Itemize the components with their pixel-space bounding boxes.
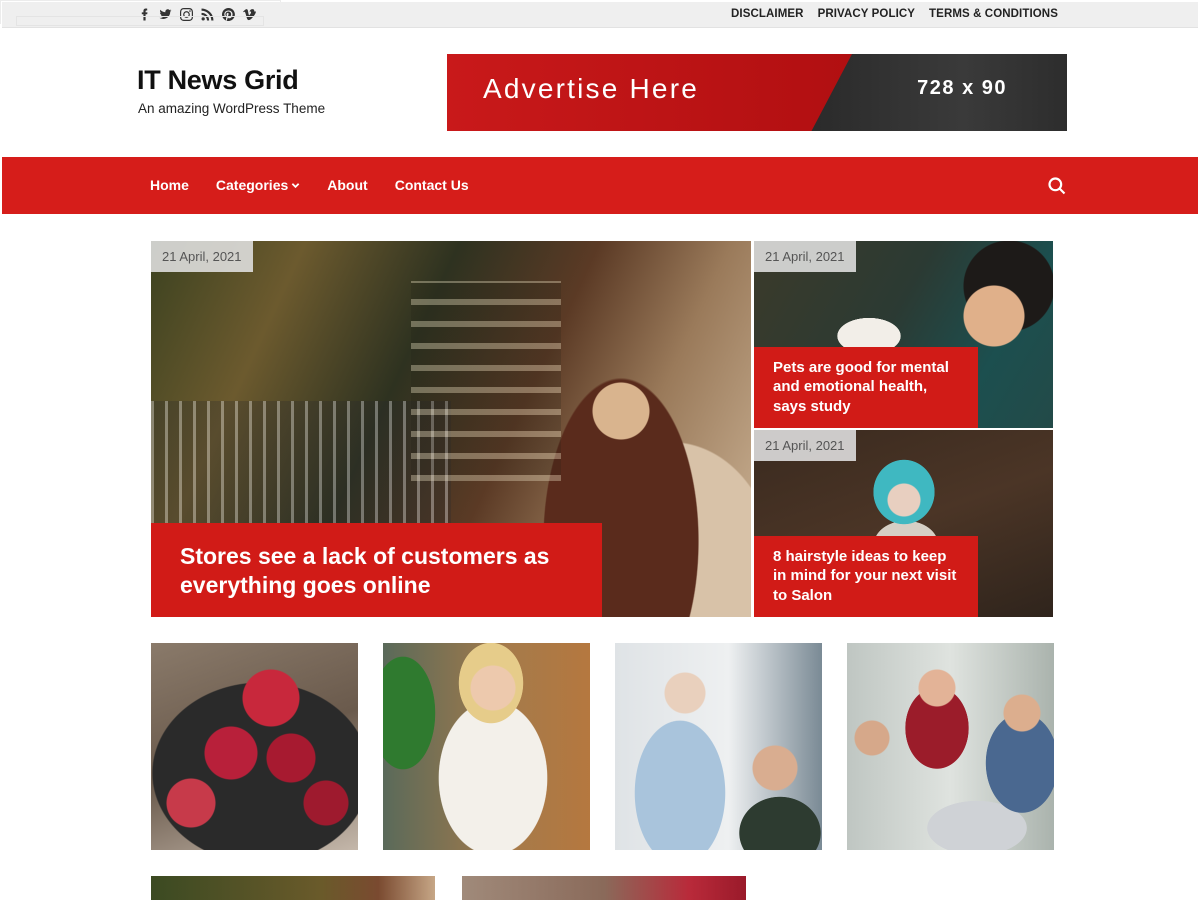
privacy-policy-link[interactable]: PRIVACY POLICY [818,8,915,20]
nav-item-about[interactable]: About [327,177,367,193]
post-thumbnail[interactable] [151,876,435,900]
ad-text: Advertise Here [483,73,699,104]
post-date: 21 April, 2021 [151,241,253,272]
chevron-down-icon [291,182,300,188]
post-title[interactable]: Stores see a lack of customers as everyt… [151,523,602,617]
terms-conditions-link[interactable]: TERMS & CONDITIONS [929,8,1058,20]
main-navigation: Home Categories About Contact Us [2,157,1198,214]
top-links: DISCLAIMER PRIVACY POLICY TERMS & CONDIT… [731,8,1058,20]
nav-item-contact-us[interactable]: Contact Us [395,177,469,193]
featured-post-main[interactable]: 21 April, 2021 Stores see a lack of cust… [151,241,751,617]
post-title[interactable]: Pets are good for mental and emotional h… [754,346,978,428]
post-thumbnail[interactable] [462,876,746,900]
nav-item-categories[interactable]: Categories [216,177,300,193]
site-title[interactable]: IT News Grid [137,65,299,96]
site-tagline: An amazing WordPress Theme [138,101,326,116]
post-thumbnail-woman-phone[interactable] [383,643,590,850]
nav-item-label: Contact Us [394,177,469,193]
post-title[interactable]: 8 hairstyle ideas to keep in mind for yo… [754,535,978,617]
nav-item-label: Home [150,177,189,193]
search-icon[interactable] [1047,176,1067,196]
nav-item-label: Categories [215,177,289,193]
post-thumbnail-meeting[interactable] [847,643,1054,850]
ad-size: 728 x 90 [917,77,1007,99]
search-input[interactable] [16,16,264,26]
nav-item-home[interactable]: Home [150,177,189,193]
post-thumbnail-raspberries[interactable] [151,643,358,850]
advertisement-banner[interactable]: Advertise Here 728 x 90 [447,54,1067,131]
post-date: 21 April, 2021 [754,430,856,461]
featured-post-side[interactable]: 21 April, 2021 8 hairstyle ideas to keep… [754,430,1053,617]
featured-post-side[interactable]: 21 April, 2021 Pets are good for mental … [754,241,1053,428]
disclaimer-link[interactable]: DISCLAIMER [731,8,804,20]
image-detail [151,401,451,531]
post-thumbnail-dentist[interactable] [615,643,822,850]
image-detail [411,281,561,481]
post-date: 21 April, 2021 [754,241,856,272]
nav-item-label: About [327,177,368,193]
